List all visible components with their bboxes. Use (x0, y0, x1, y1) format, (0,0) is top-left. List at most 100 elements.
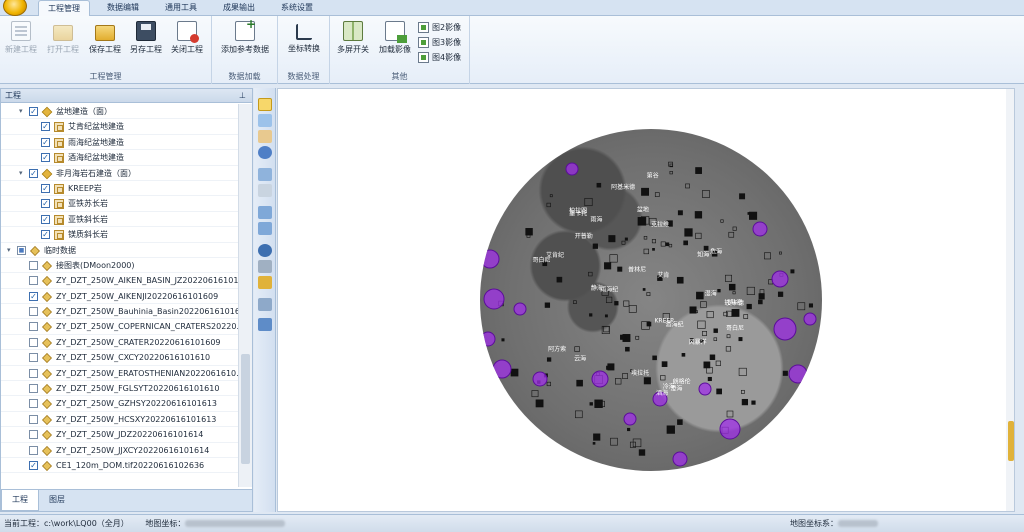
layer-checkbox[interactable]: ✓ (29, 107, 38, 116)
tab-general-tools[interactable]: 通用工具 (156, 0, 206, 16)
tree-node[interactable]: ✓ CE1_120m_DOM.tif20220616102636 (1, 458, 238, 474)
layer-checkbox[interactable]: ✓ (41, 122, 50, 132)
tree-node[interactable]: ZY_DZT_250W_COPERNICAN_CRATERS20220... (1, 319, 238, 335)
tree-node[interactable]: ZY_DZT_250W_CXCY20220616101610 (1, 350, 238, 366)
tree-node[interactable]: ZY_DZT_250W_CRATER20220616101609 (1, 335, 238, 351)
layer-checkbox[interactable] (29, 414, 38, 424)
forward-icon[interactable] (258, 184, 272, 197)
map-feature (604, 314, 608, 318)
layer-checkbox[interactable]: ✓ (41, 137, 50, 147)
save-as-project-button[interactable]: 另存工程 (127, 21, 165, 55)
full-extent-icon[interactable] (258, 146, 272, 159)
expand-icon[interactable]: ▾ (19, 166, 27, 181)
tab-system-settings[interactable]: 系统设置 (272, 0, 322, 16)
tab-output[interactable]: 成果输出 (214, 0, 264, 16)
group-label: 数据处理 (287, 72, 320, 81)
tree-node[interactable]: ZY_DZT_250W_HCSXY20220616101613 (1, 412, 238, 428)
coordinate-transform-button[interactable]: 坐标转换 (284, 21, 324, 54)
layer-checkbox[interactable]: ✓ (29, 168, 38, 178)
zoom-out-icon[interactable] (258, 114, 272, 127)
layer-checkbox[interactable] (29, 337, 38, 347)
layer-checkbox[interactable] (29, 399, 38, 409)
tree-node[interactable]: 接图表(DMoon2000) (1, 258, 238, 274)
tab-project-management[interactable]: 工程管理 (38, 0, 90, 16)
layer-checkbox[interactable] (29, 307, 38, 317)
image4-button[interactable]: 图4影像 (418, 51, 461, 63)
map-view[interactable]: 艾肯纪 盆地 雨海纪 酒海纪 哥白尼 KREEP 酒海 雨海 静海 澄海 危海 湿海 云海 冷海 知海 风暴洋… (277, 88, 1015, 512)
layer-checkbox[interactable] (29, 445, 38, 455)
close-project-button[interactable]: 关闭工程 (168, 21, 206, 55)
tree-node[interactable]: ZY_DZT_250W_ERATOSTHENIAN2022061610... (1, 366, 238, 382)
new-project-button[interactable]: 新建工程 (2, 21, 40, 55)
load-image-button[interactable]: 加载影像 (376, 21, 414, 55)
map-feature (723, 311, 728, 317)
tree-node[interactable]: ✓ KREEP岩 (1, 181, 238, 197)
map-feature (758, 299, 763, 305)
map-feature (624, 237, 628, 241)
map-feature (741, 389, 745, 394)
layer-checkbox[interactable]: ✓ (41, 199, 50, 209)
map-scroll-thumb[interactable] (1008, 421, 1014, 461)
select-icon[interactable] (258, 276, 272, 289)
pin-icon[interactable]: ⊥ (239, 89, 246, 102)
add-reference-data-button[interactable]: 添加参考数据 (214, 17, 276, 55)
tree-node[interactable]: ✓ 镁质斜长岩 (1, 227, 238, 243)
layer-checkbox[interactable]: ✓ (41, 183, 50, 193)
measure-icon[interactable] (258, 260, 272, 273)
tree-scrollbar[interactable] (238, 104, 252, 487)
layer-checkbox[interactable] (29, 430, 38, 440)
layer-checkbox[interactable]: ■ (17, 245, 26, 255)
tree-node[interactable]: ZY_DZT_250W_GZHSY20220616101613 (1, 396, 238, 412)
tab-data-editing[interactable]: 数据编辑 (98, 0, 148, 16)
tree-node[interactable]: ✓ ZY_DZT_250W_AIKENJI20220616101609 (1, 289, 238, 305)
layer-checkbox[interactable]: ✓ (29, 291, 38, 301)
layer-checkbox[interactable] (29, 322, 38, 332)
tree-node[interactable]: ZY_DZT_250W_AIKEN_BASIN_JZ2022061610​1..… (1, 273, 238, 289)
image2-button[interactable]: 图2影像 (418, 21, 461, 33)
layer-checkbox[interactable]: ✓ (41, 214, 50, 224)
pan-icon[interactable] (258, 130, 272, 143)
tab-project[interactable]: 工程 (1, 490, 39, 511)
map-scrollbar[interactable] (1006, 89, 1014, 511)
fixed-zoom-out-icon[interactable] (258, 222, 272, 235)
zoom-in-icon[interactable] (258, 98, 272, 111)
tree-node[interactable]: ZY_DZT_250W_FGLSYT20220616101610 (1, 381, 238, 397)
layer-checkbox[interactable] (29, 260, 38, 270)
layer-label: ZY_DZT_250W_FGLSYT20220616101610 (56, 384, 220, 394)
expand-icon[interactable]: ▾ (19, 104, 27, 119)
layer-checkbox[interactable]: ✓ (41, 230, 50, 240)
tree-node[interactable]: ▾ ■ 临时数据 (1, 243, 238, 258)
save-project-button[interactable]: 保存工程 (86, 21, 124, 55)
map-feature (669, 171, 673, 175)
layer-checkbox[interactable] (29, 384, 38, 394)
tree-node[interactable]: ✓ 艾肯纪盆地建造 (1, 119, 238, 135)
tree-node[interactable]: ▾ ✓ 非月海岩石建造（面） (1, 166, 238, 181)
refresh-icon[interactable] (258, 298, 272, 311)
fixed-zoom-in-icon[interactable] (258, 206, 272, 219)
layer-group-icon (42, 260, 52, 271)
identify-icon[interactable] (258, 244, 272, 257)
tree-node[interactable]: ZY_DZT_250W_JDZ20220616101614 (1, 427, 238, 443)
tree-node[interactable]: ✓ 亚铁斜长岩 (1, 212, 238, 228)
layer-checkbox[interactable] (29, 276, 38, 286)
back-icon[interactable] (258, 168, 272, 181)
expand-icon[interactable]: ▾ (7, 243, 15, 258)
tree-node[interactable]: ZY_DZT_250W_JJXCY20220616101614 (1, 443, 238, 458)
app-orb-button[interactable] (3, 0, 27, 16)
layer-checkbox[interactable]: ✓ (41, 153, 50, 163)
layer-checkbox[interactable]: ✓ (29, 460, 38, 470)
layer-checkbox[interactable] (29, 353, 38, 363)
image3-button[interactable]: 图3影像 (418, 36, 461, 48)
tree-node[interactable]: ✓ 雨海纪盆地建造 (1, 135, 238, 151)
tree-node[interactable]: ZY_DZT_250W_Bauhinia_Basin20220616101609 (1, 304, 238, 320)
open-project-button[interactable]: 打开工程 (44, 21, 82, 55)
layer-checkbox[interactable] (29, 368, 38, 378)
tab-layers[interactable]: 图层 (39, 490, 75, 511)
multi-screen-toggle-button[interactable]: 多屏开关 (334, 21, 372, 55)
tree-node[interactable]: ✓ 酒海纪盆地建造 (1, 150, 238, 166)
scroll-thumb[interactable] (241, 354, 250, 464)
tree-node[interactable]: ✓ 亚铁苏长岩 (1, 196, 238, 212)
globe-icon[interactable] (258, 318, 272, 331)
tree-node[interactable]: ▾ ✓ 盆地建造（面） (1, 104, 238, 120)
map-feature (681, 353, 686, 357)
